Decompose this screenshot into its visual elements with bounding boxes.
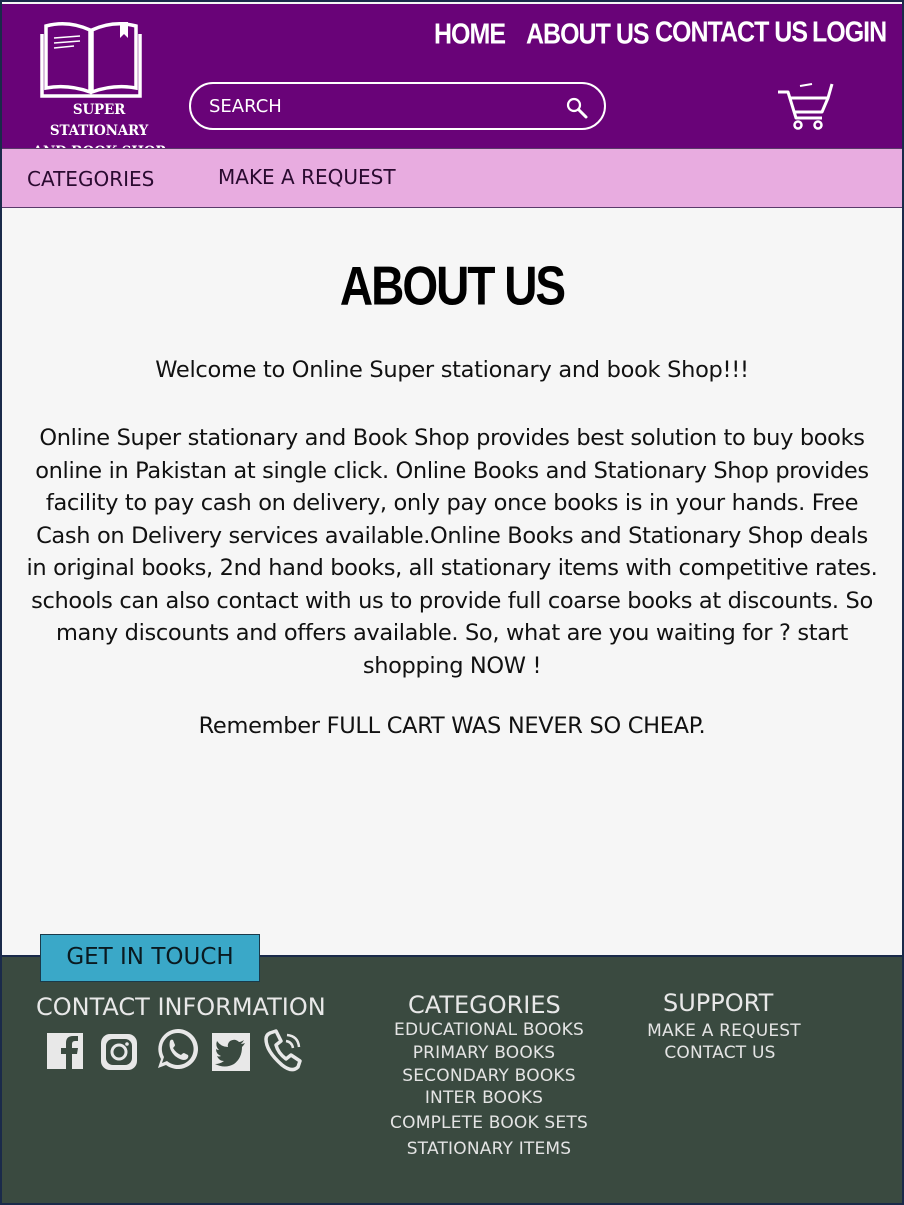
contact-information-heading: CONTACT INFORMATION (36, 993, 326, 1021)
nav-contact-us[interactable]: CONTACT US (655, 16, 808, 49)
whatsapp-icon[interactable] (155, 1027, 201, 1071)
cart-icon[interactable] (776, 80, 834, 132)
instagram-icon[interactable] (99, 1032, 139, 1072)
footer-link-inter-books[interactable]: INTER BOOKS (384, 1088, 584, 1108)
sub-navigation: CATEGORIES MAKE A REQUEST (2, 148, 902, 208)
phone-icon[interactable] (262, 1029, 304, 1073)
categories-heading: CATEGORIES (408, 991, 561, 1019)
about-body-text: Online Super stationary and Book Shop pr… (26, 425, 878, 679)
footer: CONTACT INFORMATION CATEGORIES EDUCATION… (2, 955, 902, 1203)
subnav-categories[interactable]: CATEGORIES (27, 167, 154, 191)
nav-home[interactable]: HOME (434, 18, 506, 51)
nav-about-us[interactable]: ABOUT US (526, 18, 650, 51)
footer-link-contact-us[interactable]: CONTACT US (642, 1043, 798, 1063)
search-icon[interactable] (565, 96, 589, 120)
subnav-make-a-request[interactable]: MAKE A REQUEST (218, 165, 396, 189)
footer-link-educational-books[interactable]: EDUCATIONAL BOOKS (384, 1020, 594, 1040)
welcome-text: Welcome to Online Super stationary and b… (155, 357, 749, 383)
brand-line-1: SUPER STATIONARY (49, 102, 149, 139)
header: SUPER STATIONARY AND BOOK SHOP HOME ABOU… (2, 4, 902, 160)
twitter-icon[interactable] (211, 1032, 251, 1072)
support-heading: SUPPORT (663, 989, 774, 1017)
footer-link-make-a-request[interactable]: MAKE A REQUEST (642, 1021, 806, 1041)
open-book-icon (40, 22, 142, 98)
page: SUPER STATIONARY AND BOOK SHOP HOME ABOU… (2, 2, 902, 1203)
remember-text: Remember FULL CART WAS NEVER SO CHEAP. (198, 713, 706, 739)
page-title: ABOUT US (339, 255, 566, 317)
search-bar[interactable] (189, 82, 606, 130)
nav-login[interactable]: LOGIN (812, 16, 887, 49)
logo[interactable]: SUPER STATIONARY AND BOOK SHOP (24, 16, 174, 160)
get-in-touch-button[interactable]: GET IN TOUCH (40, 934, 260, 982)
footer-link-primary-books[interactable]: PRIMARY BOOKS (384, 1043, 584, 1063)
footer-link-secondary-books[interactable]: SECONDARY BOOKS (384, 1066, 594, 1086)
search-input[interactable] (209, 84, 549, 128)
footer-link-complete-book-sets[interactable]: COMPLETE BOOK SETS (384, 1113, 594, 1133)
footer-link-stationary-items[interactable]: STATIONARY ITEMS (384, 1139, 594, 1159)
facebook-icon[interactable] (46, 1032, 84, 1070)
